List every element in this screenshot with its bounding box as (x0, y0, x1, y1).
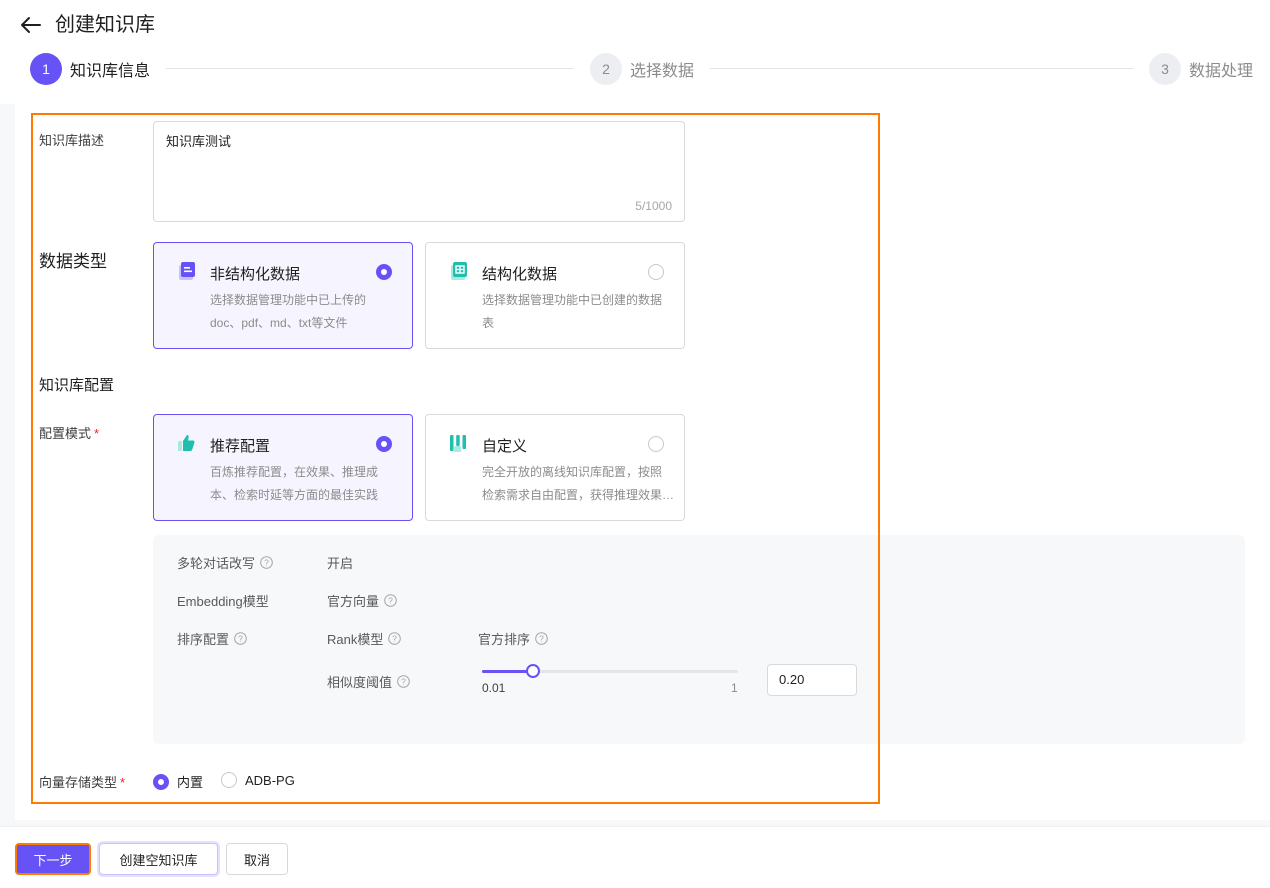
step-1-label: 知识库信息 (70, 63, 151, 80)
rank-model-label: Rank模型 ? (327, 629, 402, 648)
step-3[interactable]: 3 数据处理 (1149, 52, 1253, 86)
radio-dot[interactable] (221, 772, 237, 788)
multi-turn-label-text: 多轮对话改写 (177, 556, 256, 571)
step-1-number: 1 (30, 53, 62, 85)
rank-model-value: 官方排序 ? (478, 629, 548, 648)
option-description: 百炼推荐配置，在效果、推理成 本、检索时延等方面的最佳实践 (210, 461, 406, 507)
rank-config-label: 排序配置 ? (177, 629, 247, 648)
description-value: 知识库测试 (166, 134, 232, 149)
data-type-title: 数据类型 (39, 252, 107, 271)
config-mode-label: 配置模式 * (39, 423, 99, 442)
svg-text:?: ? (401, 677, 406, 687)
page-title: 创建知识库 (55, 14, 155, 36)
option-desc-line: 完全开放的离线知识库配置，按照 (482, 465, 663, 479)
stepper: 1 知识库信息 2 选择数据 3 数据处理 (30, 52, 1255, 86)
help-icon[interactable]: ? (260, 556, 273, 569)
required-mark: * (120, 775, 126, 790)
option-desc-line: 表 (482, 316, 495, 330)
multi-turn-rewrite-label: 多轮对话改写 ? (177, 553, 273, 572)
config-mode-option-recommended[interactable]: 推荐配置 百炼推荐配置，在效果、推理成 本、检索时延等方面的最佳实践 (153, 414, 413, 521)
config-mode-label-text: 配置模式 (39, 426, 92, 441)
data-type-option-structured[interactable]: 结构化数据 选择数据管理功能中已创建的数据 表 (425, 242, 685, 349)
similarity-slider-handle[interactable] (526, 664, 540, 678)
help-icon[interactable]: ? (234, 632, 247, 645)
step-connector (710, 68, 1134, 69)
option-desc-line: 本、检索时延等方面的最佳实践 (210, 488, 379, 502)
document-icon (179, 262, 195, 280)
radio-dot[interactable] (153, 773, 169, 790)
help-icon[interactable]: ? (388, 632, 402, 645)
rank-model-label-text: Rank模型 (327, 632, 384, 647)
help-icon[interactable]: ? (535, 632, 548, 645)
svg-text:?: ? (539, 634, 544, 644)
option-title: 结构化数据 (482, 266, 558, 283)
slider-max-label: 1 (731, 681, 738, 695)
back-arrow-icon[interactable] (18, 12, 44, 38)
similarity-label-text: 相似度阈值 (327, 675, 393, 690)
required-mark: * (94, 426, 100, 441)
description-char-counter: 5/1000 (635, 199, 672, 213)
vector-storage-label: 向量存储类型 * (39, 772, 125, 791)
thumbs-up-icon (178, 435, 195, 451)
svg-text:?: ? (388, 596, 393, 606)
radio-label: ADB-PG (245, 772, 295, 788)
option-desc-line: 百炼推荐配置，在效果、推理成 (210, 465, 379, 479)
similarity-slider-track[interactable] (482, 664, 738, 678)
create-empty-kb-button[interactable]: 创建空知识库 (99, 843, 218, 875)
vector-storage-label-text: 向量存储类型 (39, 775, 118, 790)
description-textarea[interactable]: 知识库测试 5/1000 (153, 121, 685, 222)
option-description: 选择数据管理功能中已上传的 doc、pdf、md、txt等文件 (210, 289, 406, 335)
step-3-number: 3 (1149, 53, 1181, 85)
similarity-threshold-input[interactable]: 0.20 (767, 664, 857, 696)
svg-text:?: ? (264, 558, 269, 568)
config-mode-option-custom[interactable]: 自定义 完全开放的离线知识库配置，按照 检索需求自由配置，获得推理效果最佳实践 (425, 414, 685, 521)
option-desc-line: 检索需求自由配置，获得推理效果最佳实践 (482, 488, 678, 502)
embedding-model-label: Embedding模型 (177, 594, 269, 609)
rank-model-value-text: 官方排序 (478, 632, 531, 647)
option-title: 推荐配置 (210, 438, 271, 455)
step-2-label: 选择数据 (630, 63, 695, 80)
option-title: 自定义 (482, 438, 528, 455)
option-desc-line: 选择数据管理功能中已创建的数据 (482, 293, 663, 307)
help-icon[interactable]: ? (384, 594, 397, 607)
multi-turn-rewrite-value: 开启 (327, 556, 354, 571)
step-2-number: 2 (590, 53, 622, 85)
option-radio[interactable] (648, 436, 664, 452)
embedding-value-text: 官方向量 (327, 594, 380, 609)
step-1[interactable]: 1 知识库信息 (30, 52, 150, 86)
step-connector (166, 68, 574, 69)
option-desc-line: doc、pdf、md、txt等文件 (210, 316, 348, 330)
table-icon (451, 262, 467, 280)
option-radio[interactable] (376, 436, 392, 452)
config-details-panel (153, 535, 1245, 744)
option-radio[interactable] (648, 264, 664, 280)
vector-storage-option-builtin[interactable]: 内置 (153, 772, 203, 791)
radio-label: 内置 (177, 775, 204, 790)
footer-bar: 下一步 创建空知识库 取消 (0, 826, 1270, 888)
similarity-threshold-label: 相似度阈值 ? (327, 672, 410, 691)
vector-storage-option-adbpg[interactable]: ADB-PG (221, 772, 295, 788)
description-label: 知识库描述 (39, 133, 105, 148)
custom-bars-icon (450, 435, 466, 452)
embedding-model-value: 官方向量 ? (327, 591, 397, 610)
cancel-button[interactable]: 取消 (226, 843, 288, 875)
svg-text:?: ? (238, 634, 243, 644)
step-2[interactable]: 2 选择数据 (590, 52, 694, 86)
page-header: 创建知识库 1 知识库信息 2 选择数据 3 数据处理 (0, 0, 1270, 104)
help-icon[interactable]: ? (397, 675, 410, 688)
option-description: 完全开放的离线知识库配置，按照 检索需求自由配置，获得推理效果最佳实践 (482, 461, 678, 507)
kb-config-title: 知识库配置 (39, 377, 115, 394)
option-description: 选择数据管理功能中已创建的数据 表 (482, 289, 678, 335)
svg-text:?: ? (392, 634, 397, 644)
next-step-button[interactable]: 下一步 (15, 843, 91, 875)
option-title: 非结构化数据 (210, 266, 301, 283)
data-type-option-unstructured[interactable]: 非结构化数据 选择数据管理功能中已上传的 doc、pdf、md、txt等文件 (153, 242, 413, 349)
step-3-label: 数据处理 (1189, 63, 1254, 80)
option-radio[interactable] (376, 264, 392, 280)
slider-min-label: 0.01 (482, 681, 506, 695)
option-desc-line: 选择数据管理功能中已上传的 (210, 293, 367, 307)
rank-config-label-text: 排序配置 (177, 632, 230, 647)
